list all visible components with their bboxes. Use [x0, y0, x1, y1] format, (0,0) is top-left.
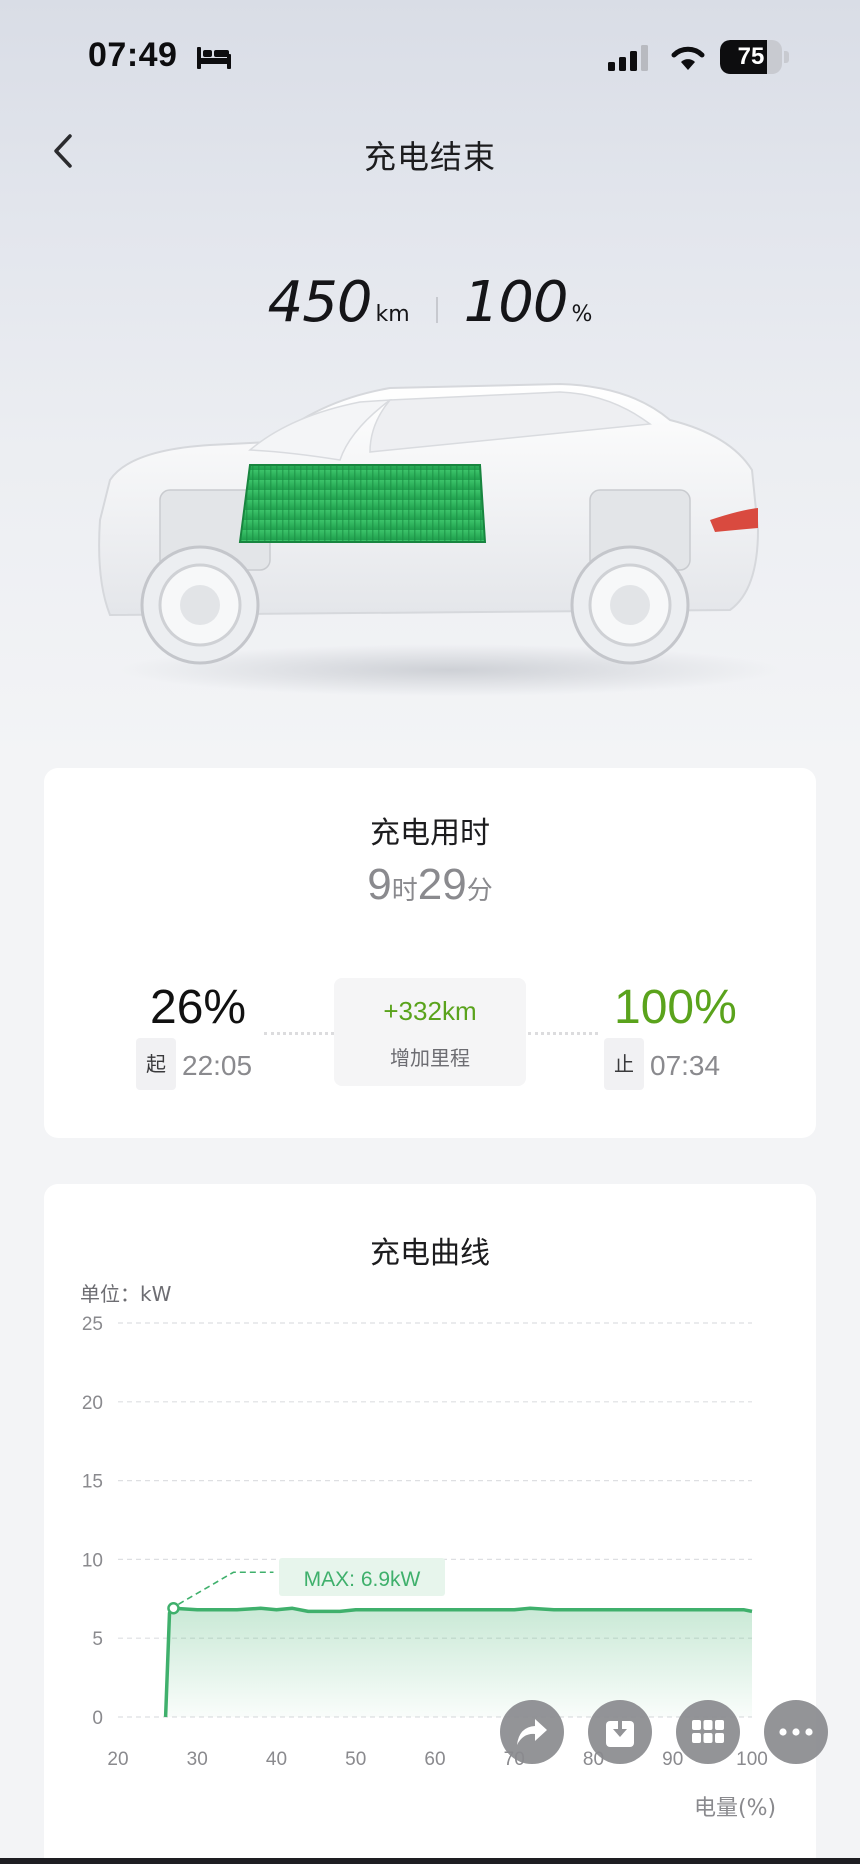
charging-duration: 9时29分: [0, 860, 860, 910]
more-icon: [779, 1728, 813, 1736]
duration-hours-unit: 时: [391, 876, 418, 906]
status-time: 07:49: [88, 36, 178, 74]
added-range-value: +332km: [383, 996, 477, 1026]
dotted-connector-left: [264, 1032, 334, 1035]
end-tag: 止: [604, 1038, 644, 1090]
x-axis-title: 电量(%): [694, 1796, 777, 1821]
duration-card-title: 充电用时: [370, 816, 490, 851]
stat-divider: [435, 297, 438, 323]
page-title: 充电结束: [363, 138, 496, 176]
range-unit: km: [375, 302, 410, 327]
start-tag: 起: [136, 1038, 176, 1090]
soc-unit: %: [571, 302, 593, 327]
dotted-connector-right: [528, 1032, 598, 1035]
duration-minutes: 29: [417, 860, 467, 909]
grid-icon: [692, 1720, 724, 1743]
share-button[interactable]: [500, 1700, 564, 1764]
download-button[interactable]: [588, 1700, 652, 1764]
download-icon: [606, 1715, 634, 1747]
curve-card-title: 充电曲线: [370, 1236, 490, 1271]
range-summary: 450 km 100 %: [0, 270, 860, 350]
soc-value: 100: [463, 270, 569, 335]
bottom-edge: [0, 1858, 860, 1864]
cellular-signal-icon: [608, 45, 648, 71]
share-icon: [517, 1719, 547, 1745]
start-soc: 26%: [150, 981, 247, 1034]
duration-minutes-unit: 分: [466, 876, 493, 906]
added-range-label: 增加里程: [390, 1046, 470, 1070]
battery-icon: 75: [720, 40, 789, 74]
duration-hours: 9: [367, 860, 392, 909]
grid-button[interactable]: [676, 1700, 740, 1764]
wifi-icon: [671, 46, 705, 70]
chart-unit-label: 单位：kW: [80, 1282, 172, 1306]
status-bar: 07:49 75: [0, 0, 860, 110]
added-range-box: +332km 增加里程: [334, 978, 526, 1086]
range-value: 450: [267, 270, 373, 335]
bed-icon: [197, 47, 231, 69]
more-button[interactable]: [764, 1700, 828, 1764]
start-time: 22:05: [182, 1050, 253, 1081]
end-soc: 100%: [614, 981, 737, 1034]
battery-percentage: 75: [737, 43, 765, 70]
car-illustration: [98, 382, 780, 696]
end-time: 07:34: [650, 1050, 721, 1081]
